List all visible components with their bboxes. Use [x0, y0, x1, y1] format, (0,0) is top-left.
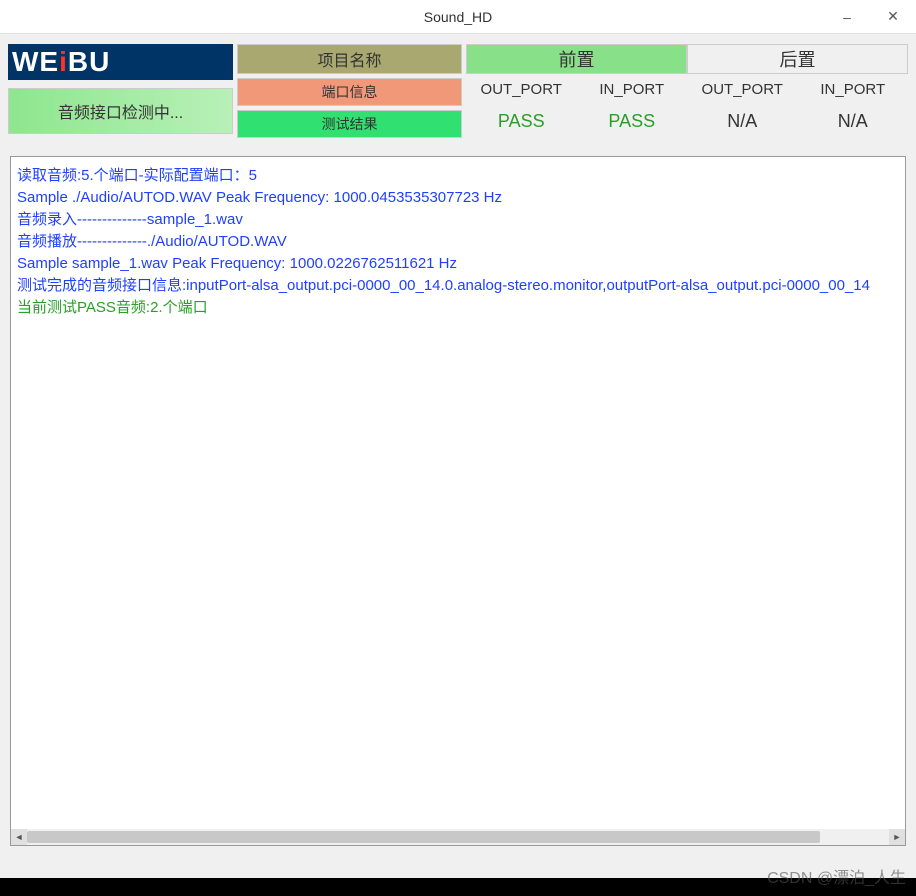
front-out-result: PASS [466, 104, 577, 138]
window-title: Sound_HD [424, 9, 493, 25]
back-results: N/A N/A [687, 104, 908, 138]
logo-text: WEiBU [12, 46, 110, 78]
status-label: 音频接口检测中... [8, 88, 233, 134]
scroll-thumb[interactable] [27, 831, 820, 843]
log-line: 音频录入--------------sample_1.wav [17, 209, 899, 231]
back-header: 后置 [687, 44, 908, 74]
minimize-button[interactable]: – [824, 0, 870, 33]
front-header: 前置 [466, 44, 687, 74]
front-port-labels: OUT_PORT IN_PORT [466, 74, 687, 104]
front-in-port-label: IN_PORT [577, 74, 688, 104]
top-section: WEiBU 音频接口检测中... 项目名称 端口信息 测试结果 前置 OUT_P… [0, 44, 916, 138]
log-line: Sample ./Audio/AUTOD.WAV Peak Frequency:… [17, 187, 899, 209]
back-out-port-label: OUT_PORT [687, 74, 798, 104]
back-port-labels: OUT_PORT IN_PORT [687, 74, 908, 104]
front-in-result: PASS [577, 104, 688, 138]
log-line: 当前测试PASS音频:2.个端口 [17, 297, 899, 319]
back-in-result: N/A [798, 104, 909, 138]
left-column: WEiBU 音频接口检测中... [8, 44, 233, 138]
scroll-right-button[interactable]: ► [889, 829, 905, 845]
back-in-port-label: IN_PORT [798, 74, 909, 104]
back-group: 后置 OUT_PORT IN_PORT N/A N/A [687, 44, 908, 138]
scroll-left-button[interactable]: ◄ [11, 829, 27, 845]
window-controls: – ✕ [824, 0, 916, 33]
main-content: WEiBU 音频接口检测中... 项目名称 端口信息 测试结果 前置 OUT_P… [0, 34, 916, 846]
logo: WEiBU [8, 44, 233, 80]
titlebar: Sound_HD – ✕ [0, 0, 916, 34]
front-results: PASS PASS [466, 104, 687, 138]
back-out-result: N/A [687, 104, 798, 138]
front-out-port-label: OUT_PORT [466, 74, 577, 104]
close-button[interactable]: ✕ [870, 0, 916, 33]
header-test-result: 测试结果 [237, 110, 462, 138]
log-line: 读取音频:5.个端口-实际配置端口：5 [17, 165, 899, 187]
log-line: 音频播放--------------./Audio/AUTOD.WAV [17, 231, 899, 253]
header-port-info: 端口信息 [237, 78, 462, 106]
log-line: Sample sample_1.wav Peak Frequency: 1000… [17, 253, 899, 275]
header-project-name: 项目名称 [237, 44, 462, 74]
scroll-track[interactable] [27, 829, 889, 845]
log-panel: 读取音频:5.个端口-实际配置端口：5Sample ./Audio/AUTOD.… [10, 156, 906, 846]
port-columns: 前置 OUT_PORT IN_PORT PASS PASS 后置 OUT_POR… [466, 44, 908, 138]
watermark: CSDN @漂泊_人生 [767, 864, 906, 888]
mid-column: 项目名称 端口信息 测试结果 [237, 44, 462, 138]
horizontal-scrollbar[interactable]: ◄ ► [11, 829, 905, 845]
log-content[interactable]: 读取音频:5.个端口-实际配置端口：5Sample ./Audio/AUTOD.… [11, 157, 905, 829]
front-group: 前置 OUT_PORT IN_PORT PASS PASS [466, 44, 687, 138]
log-line: 测试完成的音频接口信息:inputPort-alsa_output.pci-00… [17, 275, 899, 297]
